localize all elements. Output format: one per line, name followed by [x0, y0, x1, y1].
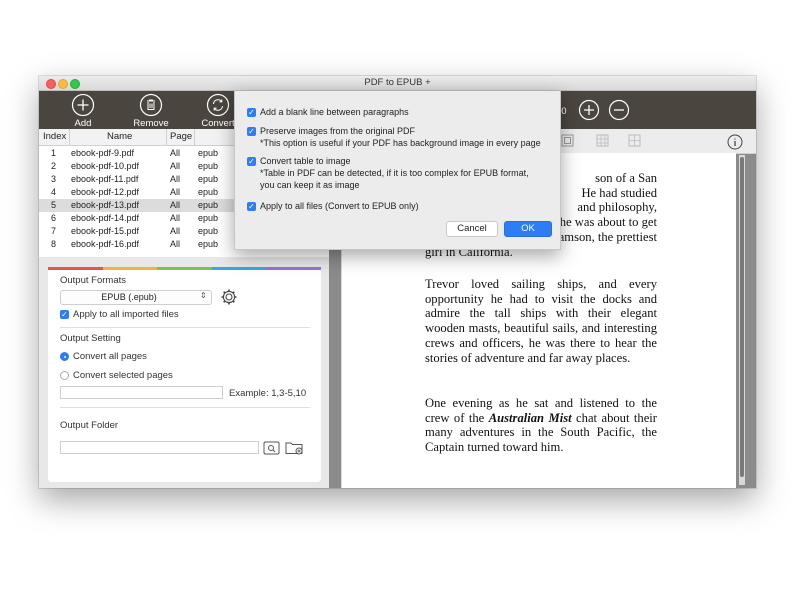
- row-index: 7: [51, 226, 57, 236]
- table-image-note-1: *Table in PDF can be detected, if it is …: [260, 168, 529, 178]
- row-index: 8: [51, 239, 57, 249]
- format-select[interactable]: EPUB (.epub) ⇕: [60, 290, 212, 305]
- add-label: Add: [74, 118, 92, 129]
- output-panel: Output Formats EPUB (.epub) ⇕ ✓ Apply to…: [48, 270, 321, 482]
- scrollbar-thumb[interactable]: [740, 157, 744, 477]
- convert-selected-radio[interactable]: [60, 371, 69, 380]
- apply-imported-label: Apply to all imported files: [73, 309, 179, 320]
- column-page-header[interactable]: Page: [170, 131, 192, 142]
- row-name: ebook-pdf-15.pdf: [71, 226, 140, 236]
- folder-open-icon[interactable]: [285, 440, 304, 455]
- row-name: ebook-pdf-11.pdf: [71, 174, 139, 184]
- row-index: 4: [51, 187, 57, 197]
- add-button[interactable]: Add: [53, 93, 113, 129]
- preserve-images-label: Preserve images from the original PDF: [260, 126, 416, 136]
- table-image-label: Convert table to image: [260, 156, 351, 166]
- title-bar: PDF to EPUB +: [39, 76, 756, 91]
- table-image-note-2: you can keep it as image: [260, 180, 360, 190]
- convert-all-label: Convert all pages: [73, 351, 147, 362]
- row-format: epub: [198, 174, 219, 184]
- output-formats-label: Output Formats: [60, 275, 126, 286]
- remove-button[interactable]: Remove: [121, 93, 181, 129]
- row-name: ebook-pdf-14.pdf: [71, 213, 140, 223]
- row-page: All: [170, 148, 181, 158]
- apply-all-files-checkbox[interactable]: ✓: [247, 202, 256, 211]
- row-name: ebook-pdf-13.pdf: [71, 200, 140, 210]
- convert-selected-label: Convert selected pages: [73, 370, 173, 381]
- trash-icon: [139, 93, 163, 117]
- row-page: All: [170, 174, 181, 184]
- row-format: epub: [198, 239, 219, 249]
- row-format: epub: [198, 200, 219, 210]
- apply-imported-checkbox[interactable]: ✓: [60, 310, 69, 319]
- row-format: epub: [198, 213, 219, 223]
- grid-select-icon[interactable]: [627, 133, 642, 148]
- output-folder-label: Output Folder: [60, 420, 119, 431]
- row-page: All: [170, 226, 181, 236]
- row-format: epub: [198, 161, 219, 171]
- folder-search-icon[interactable]: [263, 441, 280, 455]
- pages-input[interactable]: [60, 386, 223, 399]
- row-index: 1: [51, 148, 57, 158]
- options-dialog: ✓ Add a blank line between paragraphs ✓ …: [234, 91, 561, 250]
- zoom-in-icon[interactable]: [578, 99, 600, 121]
- format-select-value: EPUB (.epub): [101, 292, 157, 302]
- row-page: All: [170, 161, 181, 171]
- row-name: ebook-pdf-9.pdf: [71, 148, 135, 158]
- apply-all-files-label: Apply to all files (Convert to EPUB only…: [260, 201, 419, 211]
- paragraph-2: Trevor loved sailing ships, and every op…: [425, 277, 657, 365]
- row-name: ebook-pdf-10.pdf: [71, 161, 140, 171]
- pages-example: Example: 1,3-5,10: [229, 388, 307, 399]
- row-page: All: [170, 187, 181, 197]
- add-icon: [71, 93, 95, 117]
- row-format: epub: [198, 226, 219, 236]
- table-image-checkbox[interactable]: ✓: [247, 157, 256, 166]
- ok-button[interactable]: OK: [504, 221, 552, 237]
- row-page: All: [170, 200, 181, 210]
- row-index: 2: [51, 161, 57, 171]
- table-grid-icon[interactable]: [595, 133, 610, 148]
- paragraph-3: One evening as he sat and listened to th…: [425, 396, 657, 455]
- info-icon[interactable]: [727, 134, 743, 150]
- column-name-header[interactable]: Name: [107, 131, 132, 142]
- row-index: 5: [51, 200, 57, 210]
- chevron-updown-icon: ⇕: [200, 291, 207, 300]
- remove-label: Remove: [133, 118, 169, 129]
- row-name: ebook-pdf-16.pdf: [71, 239, 140, 249]
- window-title: PDF to EPUB +: [364, 77, 431, 88]
- preserve-images-note: *This option is useful if your PDF has b…: [260, 138, 541, 148]
- row-page: All: [170, 213, 181, 223]
- p3-ship-name: Australian Mist: [488, 410, 572, 425]
- blank-line-label: Add a blank line between paragraphs: [260, 107, 409, 117]
- refresh-icon: [206, 93, 230, 117]
- output-folder-input[interactable]: [60, 441, 259, 454]
- preview-scrollbar[interactable]: [739, 155, 745, 485]
- output-setting-label: Output Setting: [60, 333, 121, 344]
- row-format: epub: [198, 187, 219, 197]
- row-index: 3: [51, 174, 57, 184]
- cancel-button[interactable]: Cancel: [446, 221, 498, 237]
- crop-icon[interactable]: [560, 133, 575, 148]
- row-page: All: [170, 239, 181, 249]
- preserve-images-checkbox[interactable]: ✓: [247, 127, 256, 136]
- row-format: epub: [198, 148, 219, 158]
- column-index-header[interactable]: Index: [43, 131, 66, 142]
- row-name: ebook-pdf-12.pdf: [71, 187, 140, 197]
- blank-line-checkbox[interactable]: ✓: [247, 108, 256, 117]
- row-index: 6: [51, 213, 57, 223]
- gear-icon[interactable]: [220, 288, 238, 306]
- zoom-out-icon[interactable]: [608, 99, 630, 121]
- convert-all-radio[interactable]: [60, 352, 69, 361]
